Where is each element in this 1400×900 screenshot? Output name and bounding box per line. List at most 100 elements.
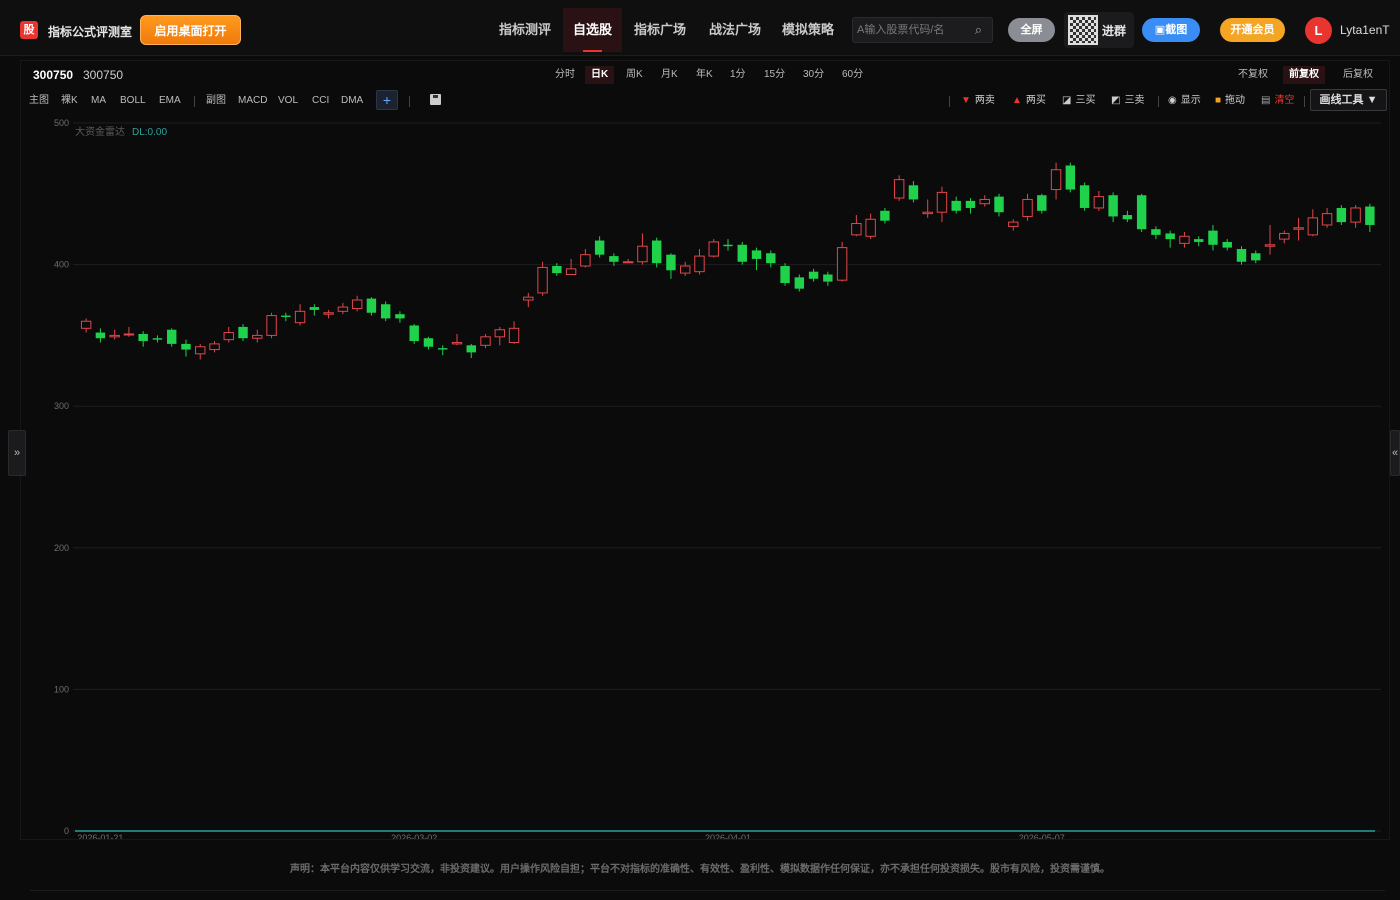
disclaimer: 声明：本平台内容仅供学习交流，非投资建议。用户操作风险自担；平台不对指标的准确性…: [290, 864, 1110, 875]
three-sell-tool[interactable]: ◩ 三卖: [1111, 93, 1144, 109]
candle-down: [994, 193, 1004, 217]
indicator-vol[interactable]: VOL: [278, 93, 298, 109]
indicator-boll[interactable]: BOLL: [120, 93, 146, 109]
candle-up: [209, 341, 220, 353]
open-desktop-button[interactable]: 启用桌面打开: [140, 15, 241, 45]
candle-up: [223, 326, 234, 343]
camera-icon: ▣: [1154, 24, 1166, 36]
period-daily[interactable]: 日K: [585, 66, 615, 84]
candle-body: [794, 277, 805, 289]
candle-up: [936, 186, 948, 223]
left-panel-toggle[interactable]: »: [8, 430, 26, 476]
candle-body: [1236, 249, 1247, 262]
two-sell-tool[interactable]: ▼ 两卖: [961, 93, 995, 109]
candle-body: [1136, 195, 1147, 230]
candle-down: [1236, 246, 1247, 265]
candle-body: [1079, 185, 1090, 208]
join-group-label: 进群: [1102, 24, 1127, 38]
candle-up: [80, 318, 92, 333]
indicator-macd[interactable]: MACD: [238, 93, 267, 109]
period-60min[interactable]: 60分: [836, 66, 869, 84]
drag-toggle[interactable]: ■ 拖动: [1215, 93, 1245, 109]
drawing-tools-dropdown[interactable]: 画线工具 ▼: [1310, 89, 1387, 111]
nav-strategy-plaza[interactable]: 战法广场: [700, 8, 770, 52]
period-weekly[interactable]: 周K: [620, 66, 649, 84]
candle-body: [138, 333, 148, 342]
candle-up: [851, 215, 862, 237]
divider: [194, 96, 195, 107]
candle-up: [1264, 224, 1276, 255]
app-logo-icon: 股: [20, 21, 38, 39]
indicator-dma[interactable]: DMA: [341, 93, 363, 109]
candle-body: [851, 223, 862, 236]
indicator-cci[interactable]: CCI: [312, 93, 329, 109]
candle-down: [1151, 226, 1161, 240]
period-1min[interactable]: 1分: [724, 66, 752, 84]
adjust-none[interactable]: 不复权: [1232, 66, 1274, 84]
candle-body: [908, 185, 919, 200]
period-intraday[interactable]: 分时: [549, 66, 581, 84]
candle-up: [1350, 205, 1361, 228]
candle-down: [651, 237, 662, 268]
candlestick-chart[interactable]: 0100200300400500 2026-01-21 2026-03-02 202…: [21, 113, 1389, 839]
nav-sim-strategy[interactable]: 模拟策略: [773, 8, 843, 52]
candle-body: [252, 334, 263, 339]
join-group-button[interactable]: 进群: [1064, 12, 1134, 48]
candle-body: [680, 265, 691, 274]
candle-up: [1179, 232, 1190, 248]
avatar[interactable]: L: [1305, 17, 1332, 44]
candle-up: [537, 261, 548, 296]
add-indicator-button[interactable]: +: [376, 90, 398, 110]
nav-indicator-review[interactable]: 指标测评: [490, 8, 560, 52]
period-monthly[interactable]: 月K: [655, 66, 684, 84]
candle-up: [494, 326, 505, 346]
three-buy-tool[interactable]: ◪ 三买: [1062, 93, 1095, 109]
candle-up: [252, 329, 263, 343]
divider: [949, 96, 950, 107]
candle-down: [1136, 193, 1147, 233]
adjust-forward[interactable]: 前复权: [1283, 66, 1325, 84]
fullscreen-button[interactable]: 全屏: [1008, 18, 1055, 42]
candle-up: [123, 326, 135, 337]
candle-down: [1122, 210, 1133, 223]
candle-up: [480, 333, 491, 349]
triangle-down-icon: ▼: [961, 95, 971, 106]
candle-down: [138, 331, 148, 347]
candle-body: [1193, 239, 1204, 242]
candle-down: [281, 312, 291, 322]
candle-body: [893, 179, 905, 199]
nav-indicator-plaza[interactable]: 指标广场: [625, 8, 695, 52]
drag-label: 拖动: [1225, 95, 1246, 106]
period-yearly[interactable]: 年K: [690, 66, 719, 84]
indicator-ema[interactable]: EMA: [159, 93, 181, 109]
period-15min[interactable]: 15分: [758, 66, 791, 84]
candle-up: [565, 258, 577, 276]
indicator-value: DL:0.00: [132, 127, 167, 138]
candle-body: [281, 315, 291, 317]
candle-up: [195, 343, 206, 360]
vip-button[interactable]: 开通会员: [1220, 18, 1285, 42]
period-30min[interactable]: 30分: [797, 66, 830, 84]
candle-body: [523, 296, 534, 301]
candle-up: [1008, 219, 1019, 231]
candle-body: [1122, 215, 1133, 220]
candle-body: [766, 253, 776, 264]
clear-button[interactable]: ▤ 清空: [1261, 93, 1294, 109]
candle-body: [109, 334, 120, 338]
username[interactable]: Lyta1enT: [1340, 23, 1390, 37]
candle-body: [238, 326, 248, 339]
stock-search-input[interactable]: [857, 21, 969, 39]
candle-down: [751, 247, 762, 271]
nav-watchlist[interactable]: 自选股: [563, 8, 622, 52]
two-buy-tool[interactable]: ▲ 两买: [1012, 93, 1046, 109]
right-panel-toggle[interactable]: «: [1390, 430, 1400, 476]
screenshot-button[interactable]: ▣截图: [1142, 18, 1200, 42]
save-icon[interactable]: [430, 94, 441, 105]
search-icon[interactable]: ⌕: [975, 22, 982, 38]
candle-body: [395, 314, 405, 319]
candle-up: [680, 261, 691, 276]
show-toggle[interactable]: ◉ 显示: [1168, 93, 1201, 109]
indicator-bare-k[interactable]: 裸K: [61, 93, 78, 109]
indicator-ma[interactable]: MA: [91, 93, 106, 109]
adjust-backward[interactable]: 后复权: [1337, 66, 1379, 84]
